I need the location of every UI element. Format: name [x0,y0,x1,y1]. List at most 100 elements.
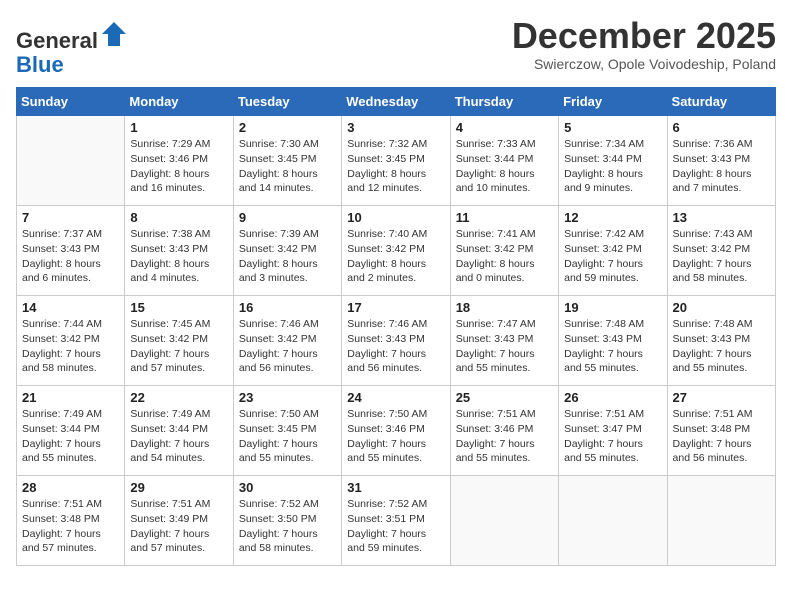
day-number: 6 [673,120,770,135]
calendar-cell: 12Sunrise: 7:42 AM Sunset: 3:42 PM Dayli… [559,206,667,296]
day-info: Sunrise: 7:46 AM Sunset: 3:42 PM Dayligh… [239,317,336,376]
weekday-header-saturday: Saturday [667,88,775,116]
title-area: December 2025 Swierczow, Opole Voivodesh… [512,16,776,72]
calendar-cell: 20 Sunrise: 7:48 AM Sunset: 3:43 PM Dayli… [667,296,775,386]
day-info: Sunrise: 7:38 AM Sunset: 3:43 PM Dayligh… [130,227,227,286]
week-row-1: 1 Sunrise: 7:29 AM Sunset: 3:46 PM Daylig… [17,116,776,206]
day-info: Sunrise: 7:51 AM Sunset: 3:46 PM Dayligh… [456,407,553,466]
weekday-header-thursday: Thursday [450,88,558,116]
day-info: Sunrise: 7:51 AM Sunset: 3:47 PM Dayligh… [564,407,661,466]
calendar-cell: 13 Sunrise: 7:43 AM Sunset: 3:42 PM Dayli… [667,206,775,296]
day-info: Sunrise: 7:34 AM Sunset: 3:44 PM Dayligh… [564,137,661,196]
day-number: 21 [22,390,119,405]
day-number: 10 [347,210,444,225]
calendar-cell: 6 Sunrise: 7:36 AM Sunset: 3:43 PM Daylig… [667,116,775,206]
day-number: 14 [22,300,119,315]
day-info: Sunrise: 7:29 AM Sunset: 3:46 PM Dayligh… [130,137,227,196]
calendar-cell: 3 Sunrise: 7:32 AM Sunset: 3:45 PM Daylig… [342,116,450,206]
month-title: December 2025 [512,16,776,56]
calendar-cell: 30 Sunrise: 7:52 AM Sunset: 3:50 PM Dayli… [233,476,341,566]
calendar-cell: 23Sunrise: 7:50 AM Sunset: 3:45 PM Dayli… [233,386,341,476]
calendar-cell: 18Sunrise: 7:47 AM Sunset: 3:43 PM Dayli… [450,296,558,386]
day-number: 30 [239,480,336,495]
day-number: 17 [347,300,444,315]
day-info: Sunrise: 7:43 AM Sunset: 3:42 PM Dayligh… [673,227,770,286]
weekday-header-tuesday: Tuesday [233,88,341,116]
logo: General Blue [16,20,128,77]
calendar-cell: 9 Sunrise: 7:39 AM Sunset: 3:42 PM Daylig… [233,206,341,296]
logo-blue-text: Blue [16,52,64,77]
day-number: 23 [239,390,336,405]
calendar-cell: 16 Sunrise: 7:46 AM Sunset: 3:42 PM Dayli… [233,296,341,386]
calendar-cell: 17 Sunrise: 7:46 AM Sunset: 3:43 PM Dayli… [342,296,450,386]
day-number: 8 [130,210,227,225]
calendar-cell: 15 Sunrise: 7:45 AM Sunset: 3:42 PM Dayli… [125,296,233,386]
day-info: Sunrise: 7:50 AM Sunset: 3:46 PM Dayligh… [347,407,444,466]
day-info: Sunrise: 7:33 AM Sunset: 3:44 PM Dayligh… [456,137,553,196]
day-number: 16 [239,300,336,315]
calendar-cell: 28Sunrise: 7:51 AM Sunset: 3:48 PM Dayli… [17,476,125,566]
day-info: Sunrise: 7:51 AM Sunset: 3:48 PM Dayligh… [22,497,119,556]
day-number: 2 [239,120,336,135]
day-number: 25 [456,390,553,405]
calendar-cell: 25 Sunrise: 7:51 AM Sunset: 3:46 PM Dayli… [450,386,558,476]
day-number: 9 [239,210,336,225]
day-info: Sunrise: 7:48 AM Sunset: 3:43 PM Dayligh… [673,317,770,376]
calendar-cell: 5 Sunrise: 7:34 AM Sunset: 3:44 PM Daylig… [559,116,667,206]
weekday-header-friday: Friday [559,88,667,116]
day-number: 5 [564,120,661,135]
calendar-cell: 11 Sunrise: 7:41 AM Sunset: 3:42 PM Dayli… [450,206,558,296]
calendar-cell [667,476,775,566]
calendar-cell: 4 Sunrise: 7:33 AM Sunset: 3:44 PM Daylig… [450,116,558,206]
weekday-header-sunday: Sunday [17,88,125,116]
week-row-4: 21 Sunrise: 7:49 AM Sunset: 3:44 PM Dayli… [17,386,776,476]
calendar-cell: 14Sunrise: 7:44 AM Sunset: 3:42 PM Dayli… [17,296,125,386]
day-number: 7 [22,210,119,225]
day-number: 1 [130,120,227,135]
day-info: Sunrise: 7:49 AM Sunset: 3:44 PM Dayligh… [22,407,119,466]
day-number: 4 [456,120,553,135]
day-info: Sunrise: 7:46 AM Sunset: 3:43 PM Dayligh… [347,317,444,376]
day-number: 19 [564,300,661,315]
calendar-cell: 7Sunrise: 7:37 AM Sunset: 3:43 PM Daylig… [17,206,125,296]
day-info: Sunrise: 7:51 AM Sunset: 3:49 PM Dayligh… [130,497,227,556]
logo-general-text: General [16,28,98,53]
day-info: Sunrise: 7:41 AM Sunset: 3:42 PM Dayligh… [456,227,553,286]
calendar-cell: 10 Sunrise: 7:40 AM Sunset: 3:42 PM Dayli… [342,206,450,296]
logo-icon [100,20,128,48]
calendar-cell: 24 Sunrise: 7:50 AM Sunset: 3:46 PM Dayli… [342,386,450,476]
day-number: 15 [130,300,227,315]
day-number: 11 [456,210,553,225]
day-info: Sunrise: 7:45 AM Sunset: 3:42 PM Dayligh… [130,317,227,376]
day-number: 3 [347,120,444,135]
header: General Blue December 2025 Swierczow, Op… [16,16,776,77]
day-info: Sunrise: 7:30 AM Sunset: 3:45 PM Dayligh… [239,137,336,196]
calendar-cell: 26 Sunrise: 7:51 AM Sunset: 3:47 PM Dayli… [559,386,667,476]
day-info: Sunrise: 7:49 AM Sunset: 3:44 PM Dayligh… [130,407,227,466]
day-number: 26 [564,390,661,405]
day-info: Sunrise: 7:40 AM Sunset: 3:42 PM Dayligh… [347,227,444,286]
day-info: Sunrise: 7:36 AM Sunset: 3:43 PM Dayligh… [673,137,770,196]
day-number: 29 [130,480,227,495]
day-number: 13 [673,210,770,225]
day-number: 22 [130,390,227,405]
day-info: Sunrise: 7:51 AM Sunset: 3:48 PM Dayligh… [673,407,770,466]
day-info: Sunrise: 7:32 AM Sunset: 3:45 PM Dayligh… [347,137,444,196]
day-number: 12 [564,210,661,225]
calendar-cell: 1 Sunrise: 7:29 AM Sunset: 3:46 PM Daylig… [125,116,233,206]
week-row-3: 14Sunrise: 7:44 AM Sunset: 3:42 PM Dayli… [17,296,776,386]
day-number: 31 [347,480,444,495]
calendar-table: SundayMondayTuesdayWednesdayThursdayFrid… [16,87,776,566]
day-number: 20 [673,300,770,315]
day-number: 18 [456,300,553,315]
day-info: Sunrise: 7:39 AM Sunset: 3:42 PM Dayligh… [239,227,336,286]
day-number: 24 [347,390,444,405]
calendar-cell [559,476,667,566]
calendar-cell: 2 Sunrise: 7:30 AM Sunset: 3:45 PM Daylig… [233,116,341,206]
weekday-header-row: SundayMondayTuesdayWednesdayThursdayFrid… [17,88,776,116]
calendar-cell: 31Sunrise: 7:52 AM Sunset: 3:51 PM Dayli… [342,476,450,566]
day-info: Sunrise: 7:52 AM Sunset: 3:50 PM Dayligh… [239,497,336,556]
week-row-5: 28Sunrise: 7:51 AM Sunset: 3:48 PM Dayli… [17,476,776,566]
location-subtitle: Swierczow, Opole Voivodeship, Poland [512,56,776,72]
calendar-cell: 27Sunrise: 7:51 AM Sunset: 3:48 PM Dayli… [667,386,775,476]
